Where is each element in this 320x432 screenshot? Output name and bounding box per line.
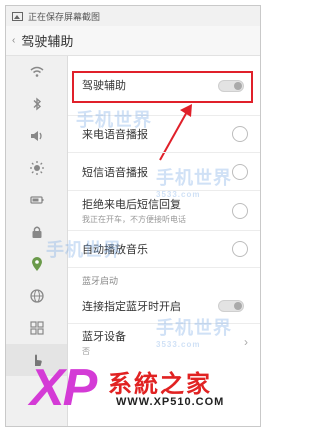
sidebar-item-volume[interactable] [6, 120, 67, 152]
bt-connect-label: 连接指定蓝牙时开启 [82, 300, 181, 313]
watermark: 手机世界 [76, 110, 152, 130]
lock-icon [32, 226, 41, 238]
brightness-icon [29, 161, 44, 175]
call-voice-radio[interactable] [232, 126, 248, 142]
status-text: 正在保存屏幕截图 [28, 11, 101, 22]
title-bar[interactable]: ‹ 驾驶辅助 [6, 26, 260, 56]
logo-url: WWW.XP510.COM [116, 396, 225, 408]
watermark: 手机世界 3533.com [156, 318, 232, 349]
location-icon [31, 257, 42, 271]
auto-music-radio[interactable] [232, 241, 248, 257]
highlight-box [72, 71, 253, 103]
page-title: 驾驶辅助 [21, 34, 74, 49]
sidebar-item-battery[interactable] [6, 184, 67, 216]
battery-icon [29, 196, 43, 204]
bt-connect-toggle[interactable] [218, 299, 244, 312]
bt-device-sub: 否 [82, 346, 90, 356]
apps-grid-icon [29, 321, 44, 335]
phone-screen: 正在保存屏幕截图 ‹ 驾驶辅助 驾驶辅助 来电语音播报 短信语音播报 拒绝来电后… [5, 5, 261, 427]
section-bluetooth-header: 蓝牙启动 [82, 276, 119, 286]
bluetooth-icon [33, 97, 41, 111]
logo-xp: XP [30, 359, 97, 417]
sms-voice-radio[interactable] [232, 163, 248, 180]
reject-reply-sub: 我正在开车，不方便接听电话 [82, 215, 186, 224]
globe-icon [29, 289, 44, 303]
logo-cn: 系統之家 [108, 371, 212, 398]
wifi-icon [30, 66, 43, 77]
screenshot-icon [12, 11, 23, 21]
sms-voice-label: 短信语音播报 [82, 166, 148, 179]
volume-icon [30, 131, 42, 141]
reject-reply-radio[interactable] [232, 202, 248, 219]
sidebar-item-bluetooth[interactable] [6, 88, 67, 120]
watermark: 手机世界 3533.com [156, 168, 232, 199]
chevron-right-icon: › [244, 335, 248, 349]
back-chevron-icon[interactable]: ‹ [12, 35, 15, 46]
sidebar-item-globe[interactable] [6, 280, 67, 312]
sidebar-item-wifi[interactable] [6, 56, 67, 88]
bt-device-label: 蓝牙设备 [82, 330, 126, 343]
sidebar-item-brightness[interactable] [6, 152, 67, 184]
watermark: 手机世界 [46, 240, 122, 260]
sidebar-item-apps[interactable] [6, 312, 67, 344]
site-logo: XP 系統之家 WWW.XP510.COM [30, 358, 260, 418]
status-bar: 正在保存屏幕截图 [6, 6, 260, 26]
